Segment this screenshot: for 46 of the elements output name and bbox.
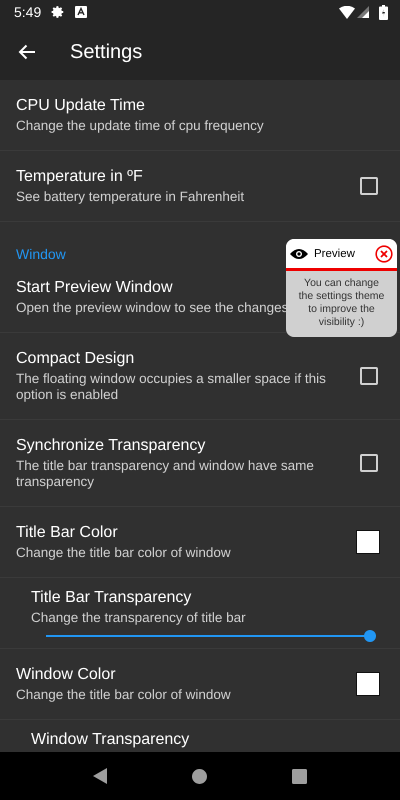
setting-summary: See battery temperature in Fahrenheit — [16, 189, 246, 205]
checkbox[interactable] — [360, 177, 378, 195]
setting-title: Synchronize Transparency — [16, 436, 206, 456]
home-nav-icon[interactable] — [192, 768, 207, 784]
slider-thumb[interactable] — [364, 630, 376, 642]
wifi-icon — [339, 6, 355, 18]
section-header: Window — [16, 246, 66, 262]
checkbox[interactable] — [360, 454, 378, 472]
setting-title: Title Bar Transparency — [31, 588, 192, 608]
setting-title: Compact Design — [16, 349, 134, 369]
setting-summary: Change the title bar color of window — [16, 687, 232, 703]
signal-icon — [357, 6, 369, 18]
settings-item[interactable]: Title Bar Color Change the title bar color of window — [0, 507, 400, 578]
settings-item[interactable]: Window Transparency — [0, 720, 400, 752]
setting-title: Temperature in ºF — [16, 167, 143, 187]
settings-item[interactable]: Synchronize Transparency The title bar transparency and window have same transparency — [0, 420, 400, 507]
setting-summary: The floating window occupies a smaller space if this option is enabled — [16, 371, 327, 403]
back-nav-icon[interactable] — [92, 768, 107, 784]
setting-summary: Change the transparency of title bar — [31, 610, 247, 626]
setting-summary: Change the update time of cpu frequency — [16, 118, 265, 134]
status-time: 5:49 — [14, 4, 42, 20]
color-swatch[interactable] — [356, 530, 380, 554]
settings-item[interactable]: Title Bar Transparency Change the transparency of title bar — [0, 578, 400, 649]
setting-title: CPU Update Time — [16, 96, 145, 116]
gear-icon — [51, 5, 66, 19]
popup-title: Preview — [314, 248, 356, 260]
setting-title: Title Bar Color — [16, 523, 118, 543]
settings-item[interactable]: Temperature in ºF See battery temperature in Fahrenheit — [0, 151, 400, 222]
color-swatch[interactable] — [356, 672, 380, 696]
close-icon[interactable] — [375, 244, 393, 262]
eye-icon — [290, 248, 308, 260]
screen-title: Settings — [70, 40, 142, 64]
popup-message: You can change the settings theme to improve the visibility :) — [298, 276, 386, 330]
setting-summary: Change the title bar color of window — [16, 545, 232, 561]
checkbox[interactable] — [360, 367, 378, 385]
settings-item[interactable]: Window Color Change the title bar color of window — [0, 649, 400, 720]
setting-title: Window Color — [16, 665, 116, 685]
a-icon — [75, 6, 88, 18]
back-icon — [18, 44, 36, 60]
battery-icon — [379, 4, 388, 20]
setting-summary: Open the preview window to see the changes — [16, 300, 290, 316]
setting-title: Window Transparency — [31, 730, 190, 750]
settings-item[interactable]: CPU Update Time Change the update time of cpu frequency — [0, 80, 400, 151]
setting-summary: The title bar transparency and window have same transparency — [16, 458, 315, 490]
recents-nav-icon[interactable] — [292, 768, 308, 784]
setting-title: Start Preview Window — [16, 278, 172, 298]
